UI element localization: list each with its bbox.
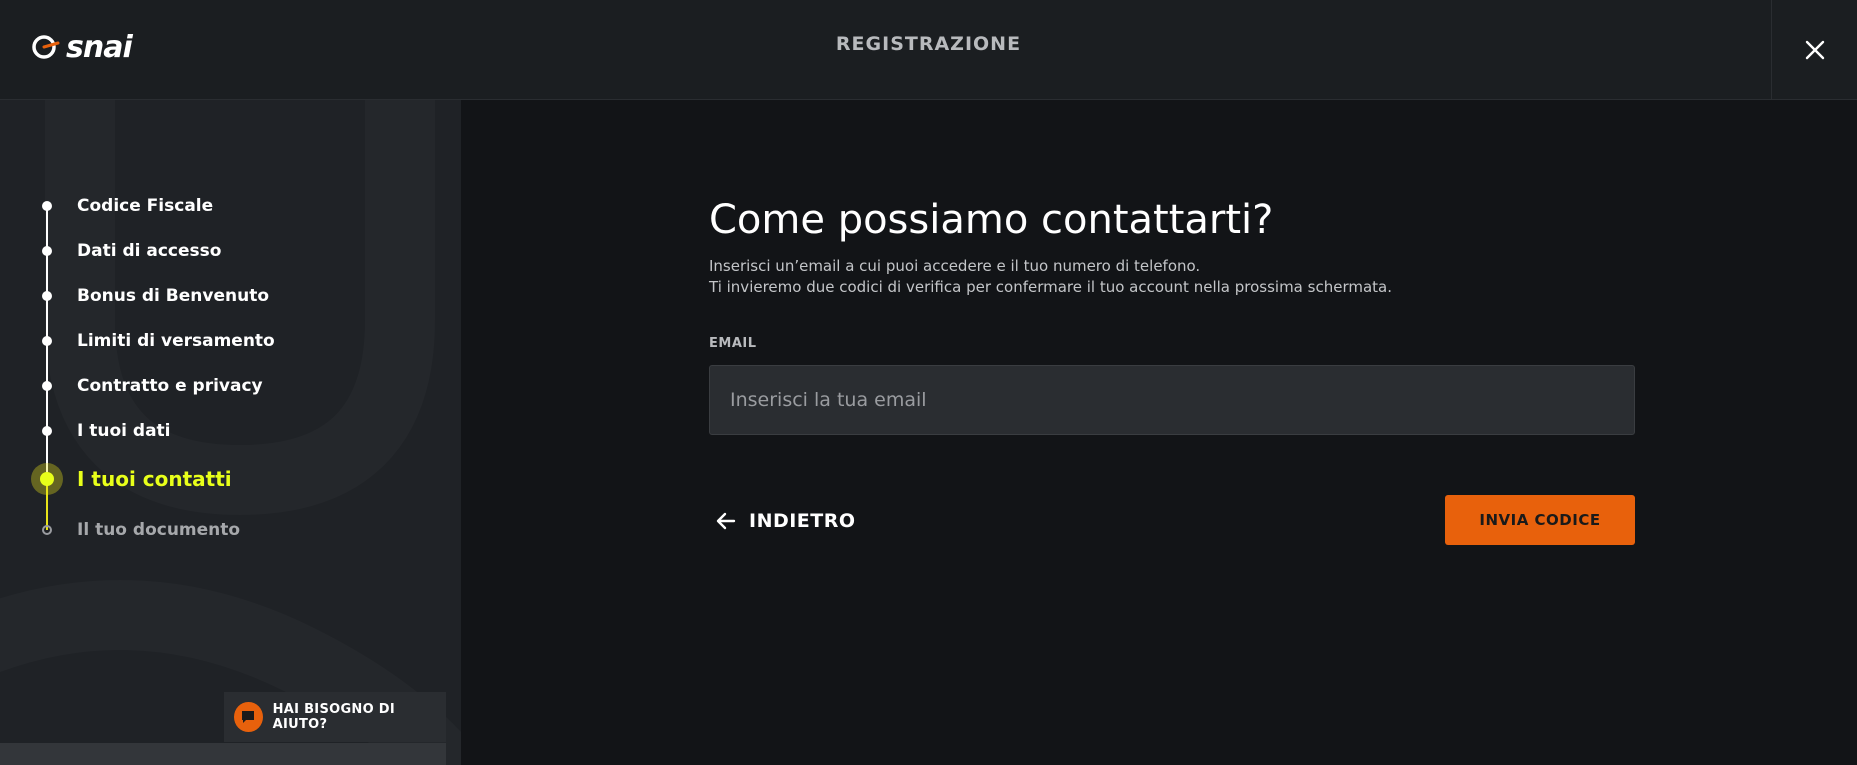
back-label: INDIETRO [749, 510, 856, 532]
step-label-future: Il tuo documento [77, 520, 241, 540]
page-title: Come possiamo contattarti? [709, 197, 1274, 243]
step-i-tuoi-contatti[interactable]: I tuoi contatti [0, 463, 400, 495]
step-dati-di-accesso[interactable]: Dati di accesso [0, 237, 400, 265]
page-subtitle: Inserisci un’email a cui puoi accedere e… [709, 256, 1392, 298]
step-dot [42, 336, 52, 346]
back-button[interactable]: INDIETRO [715, 505, 856, 537]
step-label-current: I tuoi contatti [77, 467, 232, 491]
step-label: Codice Fiscale [77, 196, 214, 216]
step-dot [42, 246, 52, 256]
step-dot-current [31, 463, 63, 495]
step-label: Limiti di versamento [77, 331, 275, 351]
step-dot [42, 291, 52, 301]
step-label: Dati di accesso [77, 241, 222, 261]
step-bonus-di-benvenuto[interactable]: Bonus di Benvenuto [0, 282, 400, 310]
subtitle-line-1: Inserisci un’email a cui puoi accedere e… [709, 257, 1201, 275]
close-icon [1805, 40, 1824, 60]
step-dot [42, 426, 52, 436]
step-label: Bonus di Benvenuto [77, 286, 270, 306]
help-button[interactable]: HAI BISOGNO DI AIUTO? [224, 692, 446, 742]
step-dot [42, 201, 52, 211]
arrow-left-icon [716, 512, 736, 530]
sidebar-bottom-bar [0, 743, 446, 765]
send-code-button[interactable]: INVIA CODICE [1445, 495, 1635, 545]
steps-sidebar: Codice Fiscale Dati di accesso Bonus di … [0, 100, 461, 765]
close-button[interactable] [1771, 0, 1857, 100]
email-label: EMAIL [709, 336, 757, 351]
email-input[interactable] [709, 365, 1635, 435]
step-contratto-e-privacy[interactable]: Contratto e privacy [0, 372, 400, 400]
header: snai REGISTRAZIONE [0, 0, 1857, 100]
step-i-tuoi-dati[interactable]: I tuoi dati [0, 417, 400, 445]
step-dot-future [42, 525, 52, 535]
step-dot [42, 381, 52, 391]
step-label: Contratto e privacy [77, 376, 263, 396]
subtitle-line-2: Ti invieremo due codici di verifica per … [709, 278, 1392, 296]
step-il-tuo-documento[interactable]: Il tuo documento [0, 516, 400, 544]
page-header-title: REGISTRAZIONE [835, 33, 1022, 55]
step-limiti-di-versamento[interactable]: Limiti di versamento [0, 327, 400, 355]
step-label: I tuoi dati [77, 421, 171, 441]
main-content: Come possiamo contattarti? Inserisci un’… [461, 100, 1857, 765]
help-label: HAI BISOGNO DI AIUTO? [272, 702, 396, 732]
step-codice-fiscale[interactable]: Codice Fiscale [0, 192, 400, 220]
chat-icon [234, 702, 263, 732]
